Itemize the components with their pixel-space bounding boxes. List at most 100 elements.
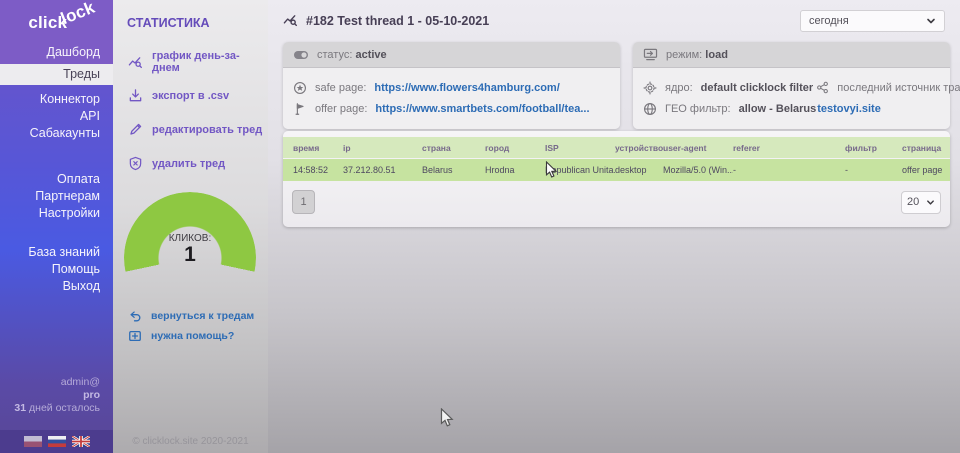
status-card: статус: active safe page: https://www.fl… [283, 42, 620, 129]
column-header: устройство [615, 143, 663, 153]
safe-page-label: safe page: [315, 82, 366, 94]
stats-panel-title: СТАТИСТИКА [113, 0, 268, 30]
column-header: ISP [545, 143, 615, 153]
cell-city: Hrodna [485, 165, 545, 175]
chart-line-icon [283, 13, 298, 28]
mode-value: load [705, 49, 728, 61]
star-badge-icon [293, 81, 307, 95]
cell-device: desktop [615, 165, 663, 175]
cell-time: 14:58:52 [293, 165, 343, 175]
chevron-down-icon [926, 198, 935, 207]
uk-flag-icon[interactable] [72, 436, 90, 447]
clicks-table-card: время ip страна город ISP устройство use… [283, 131, 950, 227]
cell-page: offer page [902, 165, 960, 175]
sidebar-item-logout[interactable]: Выход [0, 278, 113, 295]
chart-line-icon [128, 55, 143, 70]
menu-item-delete-thread[interactable]: удалить тред [113, 144, 268, 178]
traffic-source-link[interactable]: testovyi.site [817, 103, 881, 115]
need-help-link[interactable]: нужна помощь? [128, 326, 254, 346]
back-to-threads-link[interactable]: вернуться к тредам [128, 306, 254, 326]
sidebar-item-knowledge-base[interactable]: База знаний [0, 244, 113, 261]
safe-page-link[interactable]: https://www.flowers4hamburg.com/ [374, 82, 559, 94]
column-header: user-agent [663, 143, 733, 153]
sidebar-item-partners[interactable]: Партнерам [0, 188, 113, 205]
status-label: статус: [317, 49, 355, 61]
column-header: город [485, 143, 545, 153]
cell-referer: - [733, 165, 845, 175]
thread-title: #182 Test thread 1 - 05-10-2021 [306, 14, 489, 28]
clicklock-logo: clicklock [28, 13, 102, 33]
period-select[interactable]: сегодня [800, 10, 945, 32]
gauge-value: 1 [124, 244, 256, 266]
menu-item-label: удалить тред [152, 158, 225, 170]
cell-filter: - [845, 165, 902, 175]
link-label: нужна помощь? [151, 330, 234, 342]
column-header: фильтр [845, 143, 902, 153]
cell-ip: 37.212.80.51 [343, 165, 422, 175]
offer-page-link[interactable]: https://www.smartbets.com/football/tea..… [375, 103, 589, 115]
chevron-down-icon [926, 16, 936, 26]
main-sidebar: clicklock Дашборд Треды Коннектор API Са… [0, 0, 113, 453]
geo-filter-label: ГЕО фильтр: [665, 103, 731, 115]
column-header: страница [902, 143, 960, 153]
column-header: ip [343, 143, 422, 153]
offer-page-label: offer page: [315, 103, 367, 115]
core-value: default clicklock filter [701, 82, 813, 94]
mode-card: режим: load ядро: default clicklock filt… [633, 42, 950, 129]
logo-block: clicklock Дашборд [0, 0, 113, 64]
page-size-select[interactable]: 20 [901, 191, 941, 214]
sidebar-item-api[interactable]: API [0, 108, 113, 125]
menu-item-daily-chart[interactable]: график день-за-днем [113, 43, 268, 81]
share-icon [816, 81, 829, 94]
table-row: 14:58:52 37.212.80.51 Belarus Hrodna Rep… [283, 159, 950, 181]
mode-label: режим: [666, 49, 705, 61]
copyright-footer: © clicklock.site 2020-2021 [113, 436, 268, 447]
shield-x-icon [128, 156, 143, 171]
status-value: active [355, 49, 386, 61]
russia-flag-icon[interactable] [48, 436, 66, 447]
flag-pin-icon [293, 102, 307, 116]
menu-item-edit-thread[interactable]: редактировать тред [113, 110, 268, 144]
column-header: referer [733, 143, 845, 153]
gear-icon [643, 81, 657, 95]
cell-isp: Republican Unita... [545, 165, 615, 175]
geo-filter-value: allow - Belarus [739, 103, 817, 115]
column-header: страна [422, 143, 485, 153]
sidebar-item-connector[interactable]: Коннектор [0, 91, 113, 108]
account-email: admin@ [14, 376, 100, 389]
menu-item-label: график день-за-днем [152, 50, 264, 74]
pagination-page-1-button[interactable]: 1 [292, 190, 315, 214]
sidebar-item-settings[interactable]: Настройки [0, 205, 113, 222]
core-label: ядро: [665, 82, 693, 94]
account-plan: pro [83, 389, 100, 401]
help-box-icon [128, 329, 142, 343]
sidebar-item-dashboard[interactable]: Дашборд [46, 45, 100, 59]
toggle-icon [293, 50, 309, 60]
cell-country: Belarus [422, 165, 485, 175]
download-icon [128, 88, 143, 103]
globe-icon [643, 102, 657, 116]
monitor-arrow-icon [643, 48, 658, 61]
sidebar-item-payment[interactable]: Оплата [0, 171, 113, 188]
table-header-row: время ip страна город ISP устройство use… [283, 137, 950, 158]
stats-panel: СТАТИСТИКА график день-за-днем экспорт в… [113, 0, 268, 453]
sidebar-item-threads[interactable]: Треды [0, 64, 113, 85]
menu-item-export-csv[interactable]: экспорт в .csv [113, 81, 268, 110]
status-card-header: статус: active [283, 42, 620, 68]
menu-item-label: экспорт в .csv [152, 90, 229, 102]
cell-user-agent: Mozilla/5.0 (Win... [663, 165, 733, 175]
menu-item-label: редактировать тред [152, 124, 262, 136]
clicks-gauge: КЛИКОВ: 1 [124, 192, 256, 324]
undo-icon [128, 309, 142, 323]
days-remaining: 31 дней осталось [14, 402, 100, 415]
main-content: #182 Test thread 1 - 05-10-2021 сегодня … [268, 0, 960, 453]
link-label: вернуться к тредам [151, 310, 254, 322]
account-info: admin@ pro 31 дней осталось [14, 376, 100, 415]
sidebar-item-help[interactable]: Помощь [0, 261, 113, 278]
traffic-source-label: последний источник трафика: [837, 82, 960, 94]
pencil-icon [128, 122, 143, 137]
sidebar-item-subaccounts[interactable]: Сабакаунты [0, 125, 113, 142]
column-header: время [293, 143, 343, 153]
poland-flag-icon[interactable] [24, 436, 42, 447]
mode-card-header: режим: load [633, 42, 950, 68]
